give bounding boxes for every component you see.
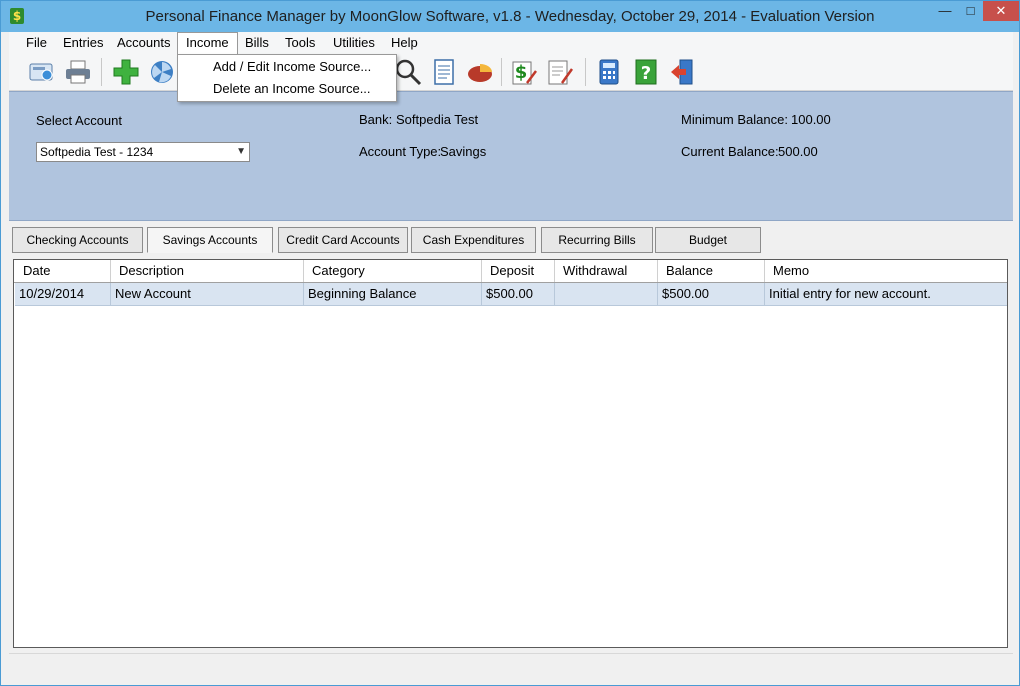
income-dropdown-menu: Add / Edit Income Source... Delete an In… xyxy=(177,54,397,102)
account-type-label: Account Type: xyxy=(359,144,442,159)
menu-bar: File Entries Accounts Income Bills Tools… xyxy=(9,32,1013,54)
column-header-memo[interactable]: Memo xyxy=(765,260,1007,282)
cell-balance[interactable]: $500.00 xyxy=(658,283,765,305)
column-header-date[interactable]: Date xyxy=(15,260,111,282)
cell-category[interactable]: Beginning Balance xyxy=(304,283,482,305)
toolbar-separator xyxy=(101,58,102,86)
tab-checking-accounts[interactable]: Checking Accounts xyxy=(12,227,143,253)
tab-cash-expenditures[interactable]: Cash Expenditures xyxy=(411,227,536,253)
column-header-category[interactable]: Category xyxy=(304,260,482,282)
grid-header: Date Description Category Deposit Withdr… xyxy=(14,260,1007,283)
account-info-panel: Select Account Softpedia Test - 1234 ▼ B… xyxy=(9,91,1013,221)
document-icon[interactable] xyxy=(429,57,459,87)
column-header-description[interactable]: Description xyxy=(111,260,304,282)
close-button[interactable]: ✕ xyxy=(983,1,1019,21)
account-tabs: Checking Accounts Savings Accounts Credi… xyxy=(9,227,1013,255)
minimum-balance-label: Minimum Balance: xyxy=(681,112,788,127)
report-edit-icon[interactable] xyxy=(545,57,575,87)
print-icon[interactable] xyxy=(63,57,93,87)
menu-bills[interactable]: Bills xyxy=(237,32,277,54)
cell-withdrawal[interactable] xyxy=(555,283,658,305)
cell-date[interactable]: 10/29/2014 xyxy=(15,283,111,305)
transactions-grid[interactable]: Date Description Category Deposit Withdr… xyxy=(13,259,1008,648)
chevron-down-icon[interactable]: ▼ xyxy=(236,143,246,161)
tab-credit-card-accounts[interactable]: Credit Card Accounts xyxy=(278,227,408,253)
view-account-icon[interactable] xyxy=(27,57,57,87)
menu-entries[interactable]: Entries xyxy=(55,32,111,54)
window-title: Personal Finance Manager by MoonGlow Sof… xyxy=(145,8,875,25)
column-header-withdrawal[interactable]: Withdrawal xyxy=(555,260,658,282)
cell-description[interactable]: New Account xyxy=(111,283,304,305)
menu-accounts[interactable]: Accounts xyxy=(109,32,178,54)
account-select[interactable]: Softpedia Test - 1234 ▼ xyxy=(36,142,250,162)
tab-budget[interactable]: Budget xyxy=(655,227,761,253)
column-header-deposit[interactable]: Deposit xyxy=(482,260,555,282)
menu-utilities[interactable]: Utilities xyxy=(325,32,383,54)
status-bar xyxy=(9,653,1013,680)
menu-income[interactable]: Income xyxy=(177,32,238,54)
bank-label: Bank: xyxy=(359,112,393,127)
add-entry-icon[interactable] xyxy=(111,57,141,87)
app-window: $ Personal Finance Manager by MoonGlow S… xyxy=(0,0,1020,686)
menu-help[interactable]: Help xyxy=(383,32,426,54)
delete-income-source-item[interactable]: Delete an Income Source... xyxy=(178,78,394,100)
menu-file[interactable]: File xyxy=(18,32,55,54)
tab-recurring-bills[interactable]: Recurring Bills xyxy=(541,227,653,253)
cell-deposit[interactable]: $500.00 xyxy=(482,283,555,305)
cell-memo[interactable]: Initial entry for new account. xyxy=(765,283,1007,305)
maximize-button[interactable]: □ xyxy=(958,1,983,21)
fan-icon[interactable] xyxy=(147,57,177,87)
exit-icon[interactable] xyxy=(667,57,697,87)
account-type-value: Savings xyxy=(440,144,487,159)
toolbar-separator xyxy=(585,58,586,86)
svg-text:?: ? xyxy=(641,63,651,84)
search-icon[interactable] xyxy=(393,57,423,87)
help-icon[interactable]: ? xyxy=(631,57,661,87)
table-row[interactable]: 10/29/2014 New Account Beginning Balance… xyxy=(15,283,1007,306)
current-balance-value: 500.00 xyxy=(778,144,818,159)
svg-text:$: $ xyxy=(515,62,528,83)
tab-savings-accounts[interactable]: Savings Accounts xyxy=(147,227,273,253)
minimum-balance-value: 100.00 xyxy=(791,112,831,127)
pie-chart-icon[interactable] xyxy=(465,57,495,87)
bank-value: Softpedia Test xyxy=(396,112,479,127)
column-header-balance[interactable]: Balance xyxy=(658,260,765,282)
title-bar[interactable]: $ Personal Finance Manager by MoonGlow S… xyxy=(1,1,1019,32)
selected-account-value: Softpedia Test - 1234 xyxy=(40,145,154,159)
money-edit-icon[interactable]: $ xyxy=(509,57,539,87)
toolbar: $ ? xyxy=(9,54,1013,91)
select-account-label: Select Account xyxy=(36,113,122,128)
current-balance-label: Current Balance: xyxy=(681,144,779,159)
calculator-icon[interactable] xyxy=(594,57,624,87)
minimize-button[interactable]: — xyxy=(932,1,958,21)
toolbar-separator xyxy=(501,58,502,86)
add-edit-income-source-item[interactable]: Add / Edit Income Source... xyxy=(178,56,394,78)
menu-tools[interactable]: Tools xyxy=(277,32,323,54)
